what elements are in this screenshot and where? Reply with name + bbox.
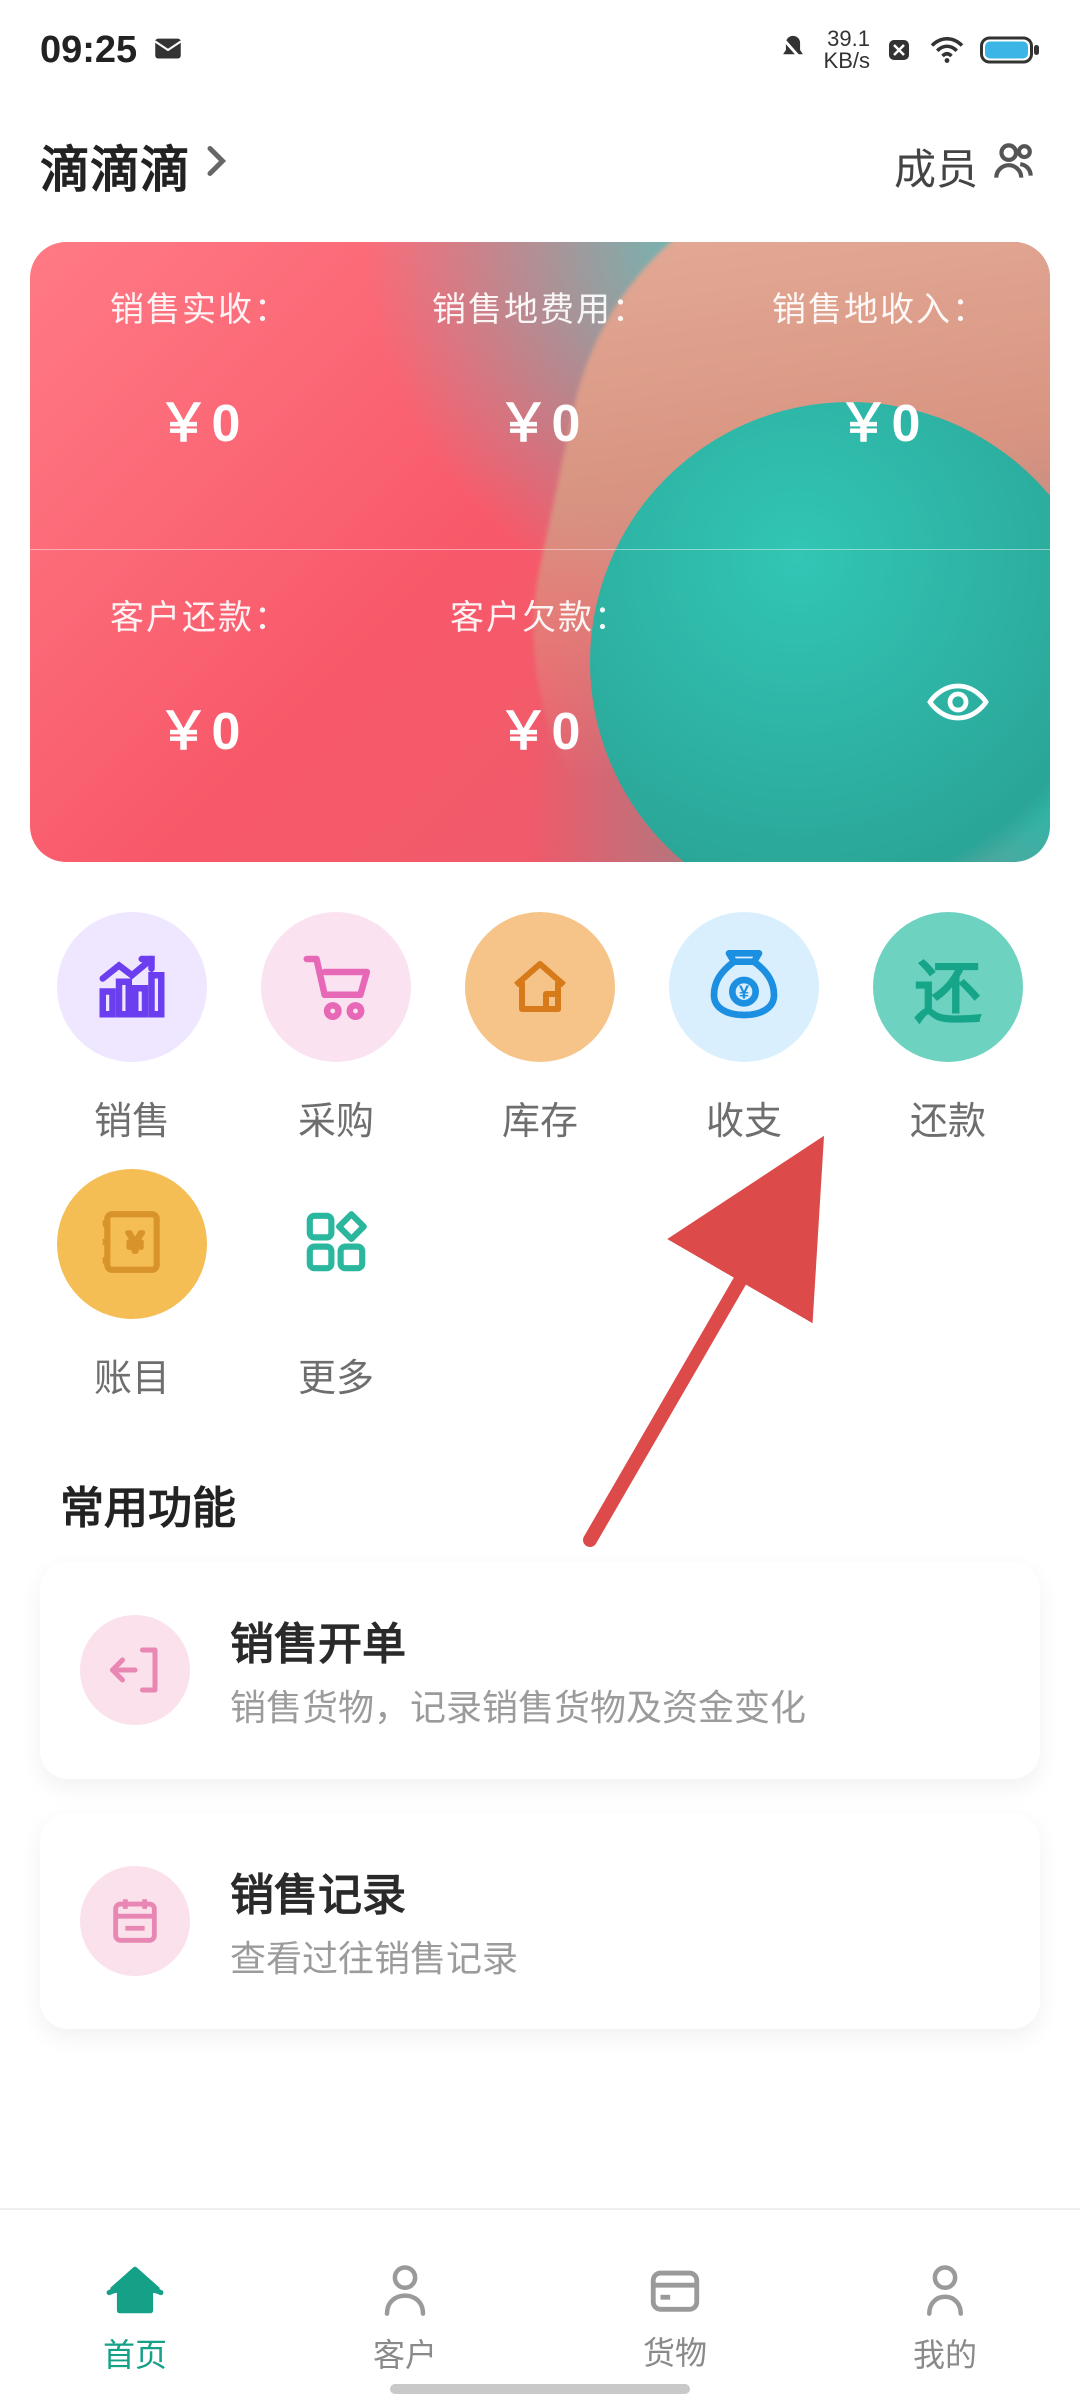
action-label: 销售 [94, 1090, 170, 1145]
nav-label: 货物 [643, 2328, 707, 2374]
network-speed: 39.1KB/s [824, 28, 870, 72]
nav-label: 客户 [373, 2330, 437, 2376]
wifi-icon [928, 35, 966, 65]
action-icon-wrap: ¥ [57, 1169, 207, 1319]
summary-value: ￥0 [838, 381, 923, 456]
card-icon [80, 1866, 190, 1976]
chart-up-icon [93, 946, 171, 1029]
action-stock[interactable]: 库存 [438, 912, 642, 1145]
page-header: 滴滴滴 成员 [0, 90, 1080, 222]
cart-icon [297, 946, 375, 1029]
ledger-icon: ¥ [95, 1205, 169, 1284]
card-open-sale[interactable]: 销售开单 销售货物，记录销售货物及资金变化 [40, 1562, 1040, 1779]
summary-value: ￥0 [498, 381, 583, 456]
nav-mine[interactable]: 我的 [810, 2210, 1080, 2408]
card-sale-record[interactable]: 销售记录 查看过往销售记录 [40, 1813, 1040, 2030]
action-icon-wrap [261, 1169, 411, 1319]
bottom-nav: 首页 客户 货物 我的 [0, 2208, 1080, 2408]
action-more[interactable]: 更多 [234, 1169, 438, 1402]
action-icon-wrap [465, 912, 615, 1062]
status-bar: 09:25 39.1KB/s [0, 0, 1080, 90]
goods-icon [646, 2263, 704, 2322]
card-icon [80, 1615, 190, 1725]
home-indicator [390, 2384, 690, 2394]
summary-sales-cost[interactable]: 销售地费用： ￥0 [370, 242, 710, 549]
summary-label: 销售地费用： [432, 282, 648, 331]
house-icon [504, 949, 576, 1026]
store-selector[interactable]: 滴滴滴 [40, 130, 230, 202]
members-label: 成员 [894, 136, 978, 197]
summary-sales-income[interactable]: 销售地收入： ￥0 [710, 242, 1050, 549]
customer-icon [378, 2261, 432, 2324]
action-label: 采购 [298, 1090, 374, 1145]
nav-customer[interactable]: 客户 [270, 2210, 540, 2408]
home-icon [104, 2261, 166, 2324]
members-icon [990, 136, 1040, 196]
repay-glyph-icon: 还 [914, 938, 982, 1037]
action-label: 更多 [298, 1347, 374, 1402]
card-subtitle: 销售货物，记录销售货物及资金变化 [230, 1684, 806, 1733]
money-bag-icon: ¥ [704, 945, 784, 1030]
summary-value: ￥0 [498, 689, 583, 764]
action-ledger[interactable]: ¥ 账目 [30, 1169, 234, 1402]
store-name: 滴滴滴 [40, 130, 190, 202]
sim-icon [884, 35, 914, 65]
action-label: 账目 [94, 1347, 170, 1402]
action-icon-wrap [261, 912, 411, 1062]
summary-label: 客户还款： [110, 590, 290, 639]
action-label: 还款 [910, 1090, 986, 1145]
nav-goods[interactable]: 货物 [540, 2210, 810, 2408]
summary-label: 客户欠款： [450, 590, 630, 639]
action-label: 收支 [706, 1090, 782, 1145]
message-icon [151, 33, 185, 67]
action-grid: 销售 采购 库存¥ 收支还 还款¥ 账目 更多 [0, 902, 1080, 1442]
nav-label: 首页 [103, 2330, 167, 2376]
mute-icon [776, 33, 810, 67]
eye-icon [926, 680, 990, 724]
clock: 09:25 [40, 29, 137, 72]
visibility-toggle[interactable] [926, 680, 990, 729]
summary-label: 销售实收： [110, 282, 290, 331]
summary-label: 销售地收入： [772, 282, 988, 331]
action-sales[interactable]: 销售 [30, 912, 234, 1145]
grid-icon [299, 1205, 373, 1284]
card-title: 销售开单 [230, 1608, 806, 1672]
action-icon-wrap: ¥ [669, 912, 819, 1062]
summary-customer-repay[interactable]: 客户还款： ￥0 [30, 550, 370, 860]
svg-text:¥: ¥ [126, 1226, 143, 1257]
mine-icon [918, 2261, 972, 2324]
action-repay[interactable]: 还 还款 [846, 912, 1050, 1145]
summary-sales-received[interactable]: 销售实收： ￥0 [30, 242, 370, 549]
action-label: 库存 [502, 1090, 578, 1145]
summary-value: ￥0 [158, 689, 243, 764]
nav-home[interactable]: 首页 [0, 2210, 270, 2408]
chevron-right-icon [200, 141, 230, 192]
card-subtitle: 查看过往销售记录 [230, 1935, 518, 1984]
members-button[interactable]: 成员 [894, 136, 1040, 197]
summary-card: 销售实收： ￥0 销售地费用： ￥0 销售地收入： ￥0 客户还款： ￥0 客户… [30, 242, 1050, 862]
section-title-common: 常用功能 [0, 1442, 1080, 1562]
action-icon-wrap: 还 [873, 912, 1023, 1062]
battery-icon [980, 35, 1040, 65]
action-purchase[interactable]: 采购 [234, 912, 438, 1145]
action-icon-wrap [57, 912, 207, 1062]
svg-text:¥: ¥ [739, 981, 750, 1002]
summary-value: ￥0 [158, 381, 243, 456]
summary-customer-debt[interactable]: 客户欠款： ￥0 [370, 550, 710, 860]
nav-label: 我的 [913, 2330, 977, 2376]
action-finance[interactable]: ¥ 收支 [642, 912, 846, 1145]
card-title: 销售记录 [230, 1859, 518, 1923]
